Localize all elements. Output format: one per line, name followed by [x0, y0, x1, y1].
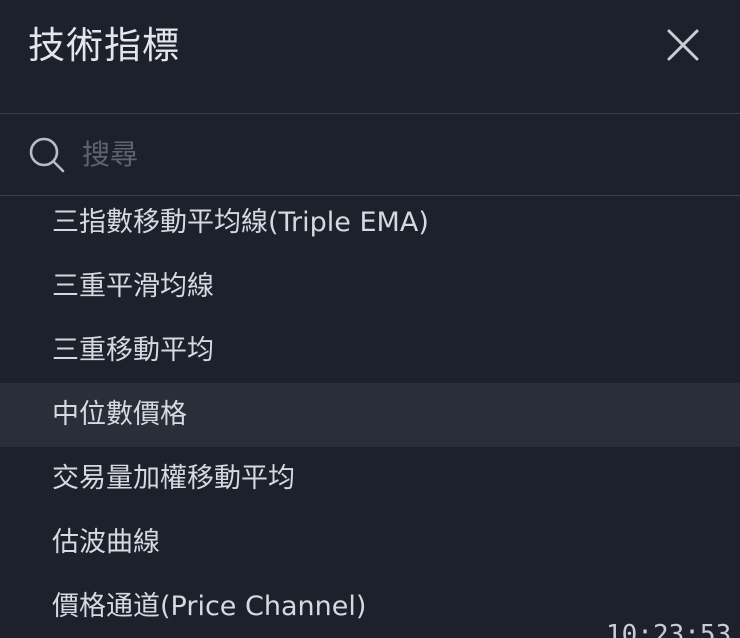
dialog-title: 技術指標 [28, 24, 180, 67]
list-item[interactable]: 三重移動平均 [0, 319, 740, 383]
dialog-header: 技術指標 [0, 0, 740, 113]
list-item-label: 交易量加權移動平均 [52, 463, 295, 494]
close-button[interactable] [656, 18, 710, 72]
indicators-dialog: 技術指標 三指數移動平均線(Triple EMA) 三重平滑均線 三重移動平均 … [0, 0, 740, 638]
close-icon [667, 29, 699, 61]
list-item[interactable]: 三指數移動平均線(Triple EMA) [0, 196, 740, 255]
background-timestamp: 10:23:53 U [606, 620, 740, 638]
list-item[interactable]: 估波曲線 [0, 511, 740, 575]
list-item-label: 估波曲線 [52, 527, 160, 558]
list-item-label: 三指數移動平均線(Triple EMA) [52, 207, 429, 238]
search-bar [0, 114, 740, 195]
list-item-label: 價格通道(Price Channel) [52, 591, 367, 622]
list-item[interactable]: 三重平滑均線 [0, 255, 740, 319]
list-item-highlighted[interactable]: 中位數價格 [0, 383, 740, 447]
list-item[interactable]: 交易量加權移動平均 [0, 447, 740, 511]
list-item-label: 三重平滑均線 [52, 271, 214, 302]
indicator-list: 三指數移動平均線(Triple EMA) 三重平滑均線 三重移動平均 中位數價格… [0, 196, 740, 638]
list-item-label: 三重移動平均 [52, 335, 214, 366]
search-icon [29, 137, 65, 173]
search-input[interactable] [82, 132, 702, 176]
list-item-label: 中位數價格 [52, 399, 187, 430]
